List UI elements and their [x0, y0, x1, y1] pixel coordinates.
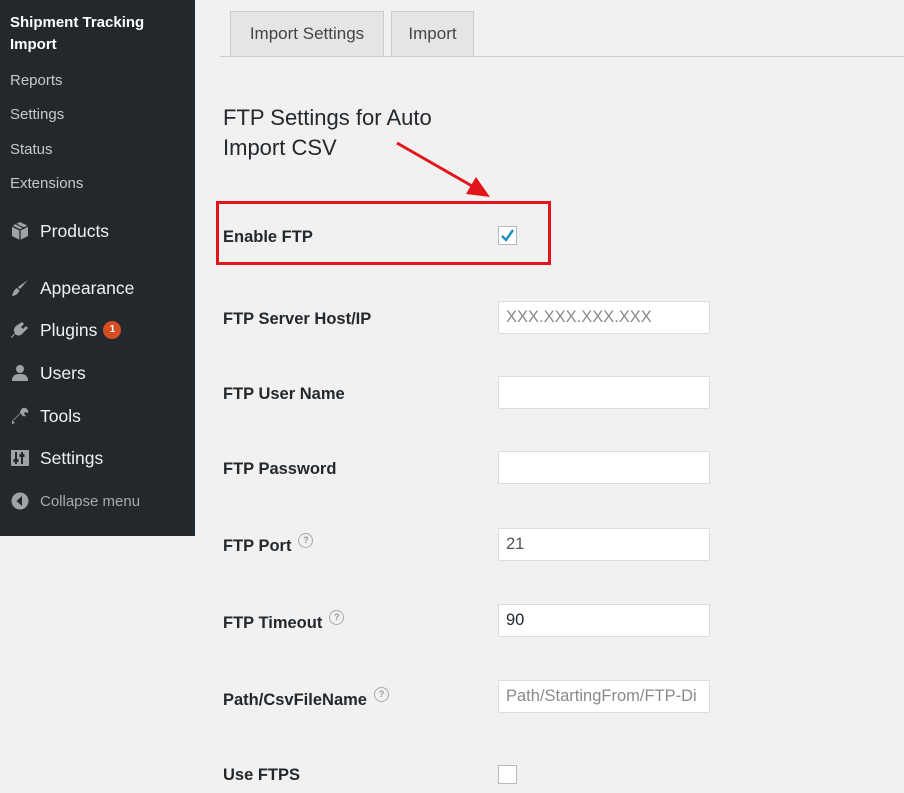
ftp-password-label: FTP Password [223, 458, 336, 480]
enable-ftp-label: Enable FTP [223, 226, 313, 248]
ftp-password-input[interactable] [498, 451, 710, 484]
ftp-username-label: FTP User Name [223, 383, 345, 405]
ftp-timeout-label-text: FTP Timeout [223, 613, 323, 632]
ftp-port-label-text: FTP Port [223, 536, 292, 555]
ftp-port-input[interactable] [498, 528, 710, 561]
enable-ftp-label-text: Enable FTP [223, 227, 313, 246]
ftp-username-input[interactable] [498, 376, 710, 409]
help-question-icon[interactable]: ? [329, 609, 345, 625]
help-question-icon[interactable]: ? [373, 686, 389, 702]
ftp-host-input[interactable] [498, 301, 710, 334]
path-csv-label: Path/CsvFileName ? [223, 686, 389, 711]
use-ftps-label: Use FTPS [223, 764, 300, 786]
ftp-port-label: FTP Port ? [223, 532, 314, 557]
ftp-host-label: FTP Server Host/IP [223, 308, 371, 330]
help-question-icon[interactable]: ? [298, 532, 314, 548]
path-csv-input[interactable] [498, 680, 710, 713]
path-csv-label-text: Path/CsvFileName [223, 690, 367, 709]
ftp-timeout-input[interactable] [498, 604, 710, 637]
enable-ftp-checkbox[interactable] [498, 226, 517, 245]
ftp-timeout-label: FTP Timeout ? [223, 609, 345, 634]
use-ftps-label-text: Use FTPS [223, 765, 301, 784]
checkmark-icon [501, 229, 514, 242]
ftp-username-label-text: FTP User Name [223, 384, 345, 403]
annotation-arrow [396, 141, 490, 197]
use-ftps-checkbox[interactable] [498, 765, 517, 784]
ftp-password-label-text: FTP Password [223, 459, 337, 478]
ftp-host-label-text: FTP Server Host/IP [223, 309, 372, 328]
